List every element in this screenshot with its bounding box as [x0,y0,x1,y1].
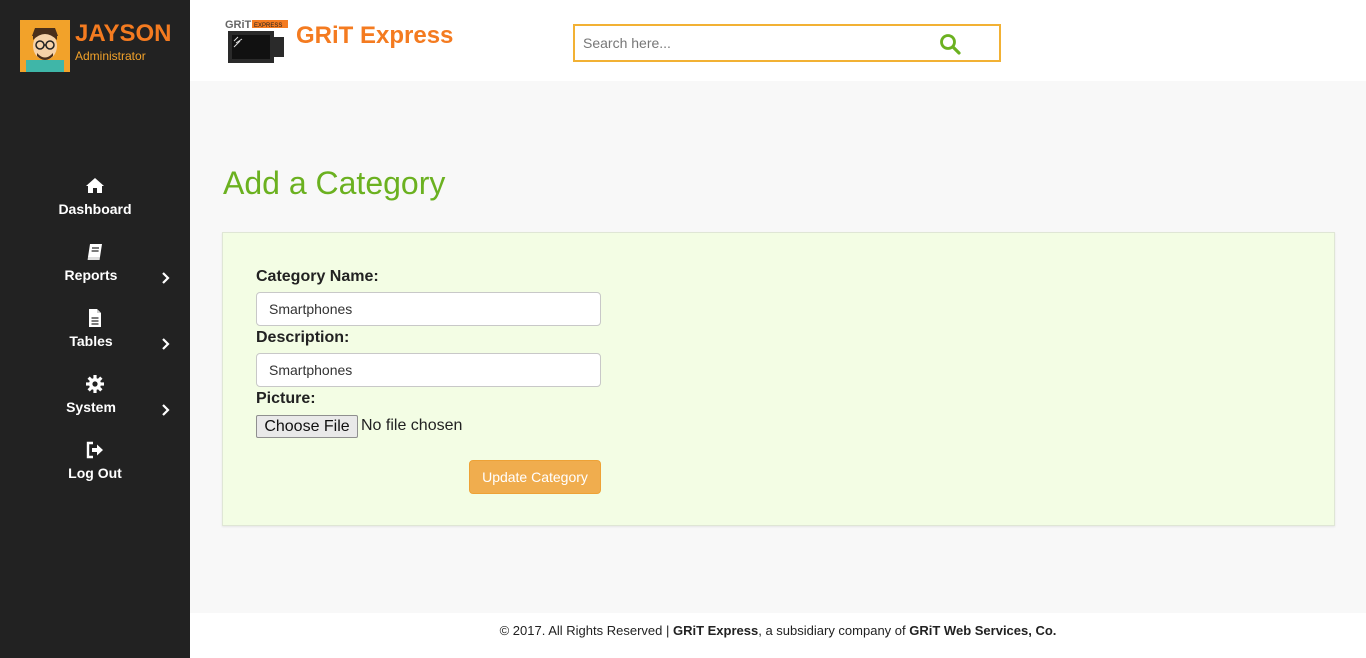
category-name-field[interactable] [256,292,601,326]
chevron-right-icon [160,337,172,351]
top-header: GRiT EXPRESS GRiT Express [190,0,1366,81]
category-name-label: Category Name: [256,268,379,285]
avatar [20,20,70,72]
footer-middle: , a subsidiary company of [758,623,910,638]
description-field[interactable] [256,353,601,387]
search-input[interactable] [575,26,925,60]
footer-company: GRiT Web Services, Co. [909,623,1057,638]
page-title: Add a Category [223,165,446,201]
chevron-right-icon [160,403,172,417]
sidebar-item-label: Log Out [68,465,122,481]
file-icon [85,309,105,327]
category-form: Category Name: Description: Picture: Cho… [222,232,1335,526]
sidebar-item-tables[interactable]: Tables [0,309,190,365]
svg-text:EXPRESS: EXPRESS [254,23,282,29]
search-bar [573,24,1001,62]
sidebar-item-label: Reports [64,267,118,283]
user-role: Administrator [75,49,146,63]
brand-logo[interactable]: GRiT EXPRESS [224,17,290,65]
picture-label: Picture: [256,390,316,407]
footer-prefix: © 2017. All Rights Reserved | [499,623,673,638]
footer-brand: GRiT Express [672,623,759,638]
svg-text:GRiT: GRiT [225,19,252,31]
sidebar-item-reports[interactable]: Reports [0,243,190,299]
gear-icon [85,375,105,393]
sidebar-item-logout[interactable]: Log Out [0,441,190,497]
user-name: JAYSON [75,20,172,47]
sidebar-item-label: Tables [69,333,113,349]
chevron-right-icon [160,271,172,285]
choose-file-button[interactable]: Choose File [256,415,358,438]
sidebar-item-label: System [66,399,116,415]
sidebar-item-dashboard[interactable]: Dashboard [0,177,190,233]
update-category-button[interactable]: Update Category [469,460,601,494]
user-profile: JAYSON Administrator [20,20,190,72]
brand-name: GRiT Express [296,22,454,49]
search-icon[interactable] [938,32,962,56]
sidebar: JAYSON Administrator Dashboard Reports T… [0,0,190,658]
description-label: Description: [256,329,350,346]
footer-copyright: © 2017. All Rights Reserved | GRiT Expre… [190,623,1366,638]
footer: © 2017. All Rights Reserved | GRiT Expre… [190,613,1366,658]
sign-out-icon [85,441,105,459]
file-status: No file chosen [361,417,463,434]
book-icon [85,243,105,261]
home-icon [85,177,105,195]
sidebar-item-system[interactable]: System [0,375,190,431]
sidebar-item-label: Dashboard [58,201,132,217]
